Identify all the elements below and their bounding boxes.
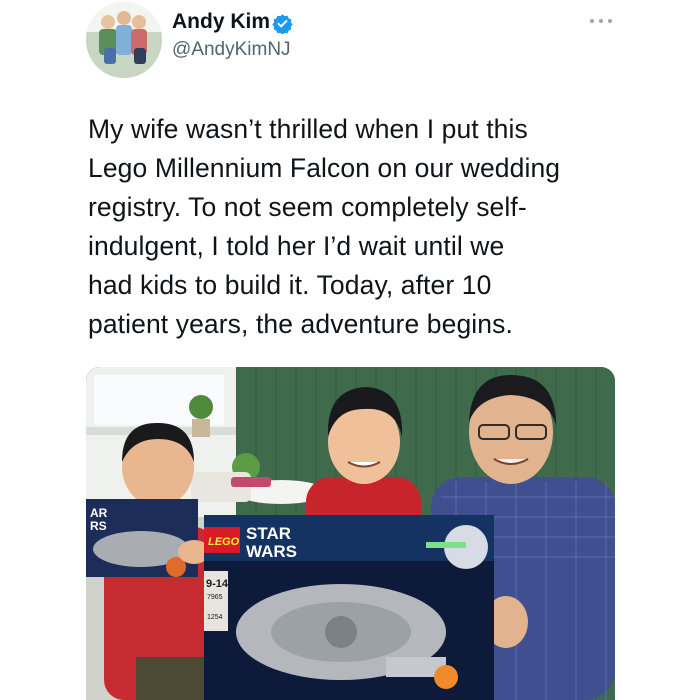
family-avatar-photo	[86, 2, 162, 78]
tweet-text: My wife wasn’t thrilled when I put this …	[88, 110, 648, 344]
tweet-card: Andy Kim @AndyKimNJ My wife wasn’t thril…	[0, 0, 700, 700]
tweet-text-line: Lego Millennium Falcon on our wedding	[88, 153, 561, 183]
verified-badge-icon	[272, 14, 293, 34]
set-number: 7965	[207, 594, 223, 601]
tweet-text-line: patient years, the adventure begins.	[88, 309, 513, 339]
author-handle[interactable]: @AndyKimNJ	[172, 39, 291, 61]
piece-count: 1254	[207, 614, 223, 621]
age-range: 9-14	[206, 578, 229, 590]
tweet-text-line: My wife wasn’t thrilled when I put this	[88, 114, 528, 144]
tweet-text-line: registry. To not seem completely self-	[88, 192, 527, 222]
family-lego-photo: AR RS LEGO STAR WARS 9-14 7965 1254	[86, 367, 615, 700]
tweet-text-line: had kids to build it. Today, after 10	[88, 270, 492, 300]
author-display-name[interactable]: Andy Kim	[172, 10, 270, 34]
left-box-label: AR	[90, 506, 108, 520]
lego-logo: LEGO	[208, 536, 240, 548]
box-title-bottom: WARS	[246, 542, 297, 561]
svg-text:RS: RS	[90, 519, 107, 533]
tweet-text-line: indulgent, I told her I’d wait until we	[88, 231, 505, 261]
tweet-photo[interactable]: AR RS LEGO STAR WARS 9-14 7965 1254	[86, 367, 615, 700]
more-options-icon[interactable]	[588, 14, 614, 26]
author-avatar[interactable]	[86, 2, 162, 78]
box-title-top: STAR	[246, 524, 291, 543]
